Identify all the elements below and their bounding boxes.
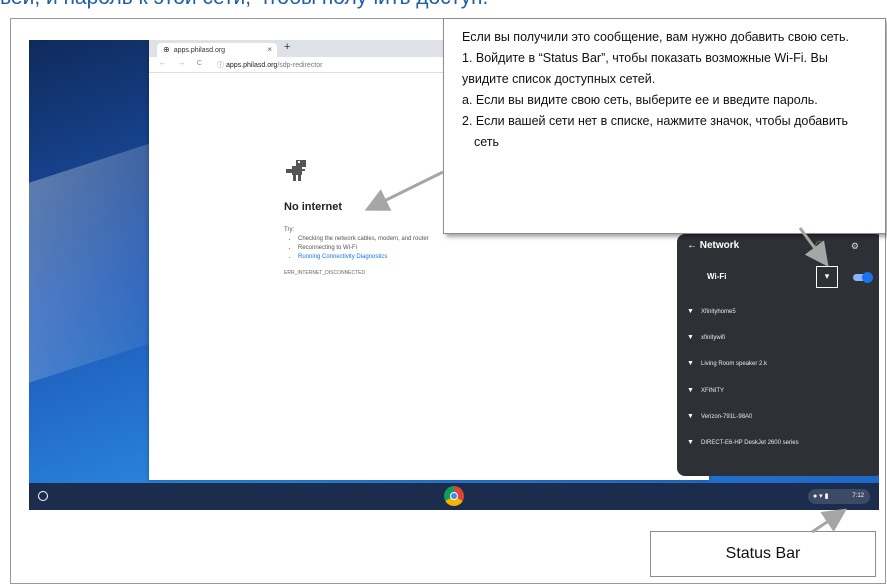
- arrow-to-error: [364, 170, 444, 211]
- annotation-arrows: [364, 170, 847, 534]
- arrow-to-status-area: [811, 508, 847, 534]
- arrow-to-add-network: [798, 227, 829, 267]
